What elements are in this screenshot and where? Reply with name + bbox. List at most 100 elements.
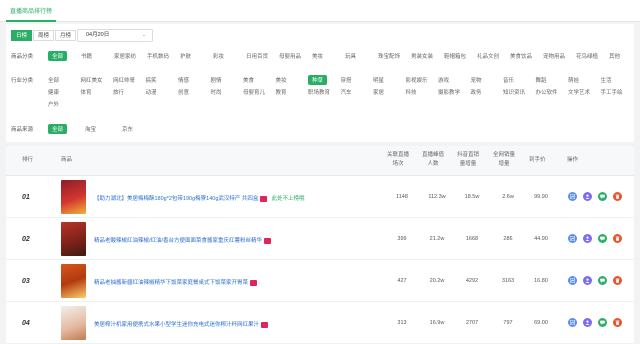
product-link[interactable]: 【助力湖北】美居梅梅酥180g*2包带190g梅寮140g武汉特产 共四盒 此处不… (94, 194, 304, 202)
industry-chip-r1-14[interactable]: 音乐 (503, 76, 514, 84)
product-name[interactable]: 美居榨汁机家用便携式水果小型学生迷你充电式迷你榨汁杯网红果汁 (94, 322, 259, 328)
category-chip-4[interactable]: 护肤 (180, 52, 191, 60)
chat-icon[interactable] (598, 234, 607, 243)
industry-chip-r2-10[interactable]: 家居 (373, 88, 384, 96)
analysis-icon[interactable] (568, 192, 577, 201)
tab-live-product-ranking[interactable]: 直播商品排行榜 (6, 3, 57, 22)
product-name[interactable]: 精品老酸辣椒红油辣椒/红油/香台方便面面菜食酱家重庆红薯粉丝精华 (94, 238, 262, 244)
category-chip-13[interactable]: 礼品文创 (477, 52, 499, 60)
category-chip-16[interactable]: 花鸟绿植 (576, 52, 598, 60)
industry-chip-r1-13[interactable]: 宠物 (471, 76, 482, 84)
header-estimated-sales[interactable]: 抖音直销 量增量 (457, 151, 479, 169)
product-name[interactable]: 精品老抽酱新疆红油辣椒精华下饭菜家庭餐桌式下饭菜家开胃菜 (94, 280, 248, 286)
category-chip-0[interactable]: 全部 (48, 51, 68, 61)
date-select[interactable]: 04月20日 ⌄ (77, 29, 153, 42)
delete-icon[interactable] (613, 234, 622, 243)
category-chip-5[interactable]: 彩妆 (213, 52, 224, 60)
category-chip-9[interactable]: 玩具 (345, 52, 356, 60)
industry-chip-r2-4[interactable]: 创意 (178, 88, 189, 96)
chat-icon[interactable] (598, 276, 607, 285)
category-chip-6[interactable]: 日用百货 (246, 52, 268, 60)
industry-chip-r2-7[interactable]: 教育 (276, 88, 287, 96)
delete-icon[interactable] (613, 192, 622, 201)
product-thumbnail[interactable] (61, 264, 86, 298)
industry-chip-r1-15[interactable]: 舞蹈 (536, 76, 547, 84)
product-thumbnail[interactable] (61, 180, 86, 214)
industry-chip-r2-6[interactable]: 母婴育儿 (243, 88, 265, 96)
industry-chip-r1-12[interactable]: 游戏 (438, 76, 449, 84)
table-row: 02 精品老酸辣椒红油辣椒/红油/香台方便面面菜食酱家重庆红薯粉丝精华 399 21.… (6, 218, 634, 260)
analysis-icon[interactable] (568, 276, 577, 285)
user-icon[interactable] (583, 234, 592, 243)
product-link[interactable]: 精品老酸辣椒红油辣椒/红油/香台方便面面菜食酱家重庆红薯粉丝精华 (94, 236, 272, 244)
industry-chip-r2-17[interactable]: 手工手绘 (601, 88, 623, 96)
industry-chip-r2-14[interactable]: 知识资讯 (503, 88, 525, 96)
industry-chip-r2-5[interactable]: 时尚 (211, 88, 222, 96)
industry-chip-r1-1[interactable]: 网红美女 (81, 76, 103, 84)
industry-chip-r2-13[interactable]: 政务 (471, 88, 482, 96)
industry-chip-r2-9[interactable]: 汽车 (341, 88, 352, 96)
industry-chip-r1-7[interactable]: 美妆 (276, 76, 287, 84)
industry-chip-r2-8[interactable]: 职场教育 (308, 88, 330, 96)
category-chip-1[interactable]: 书籍 (81, 52, 92, 60)
industry-chip-r2-15[interactable]: 办公软件 (536, 88, 558, 96)
chat-icon[interactable] (598, 192, 607, 201)
header-product: 商品 (61, 157, 73, 163)
header-live-viewers[interactable]: 直播峰值 人数 (422, 151, 444, 169)
industry-chip-r1-10[interactable]: 明星 (373, 76, 384, 84)
analysis-icon[interactable] (568, 318, 577, 327)
industry-chip-r2-11[interactable]: 科技 (406, 88, 417, 96)
user-icon[interactable] (583, 276, 592, 285)
industry-chip-r1-11[interactable]: 影视娱乐 (406, 76, 428, 84)
cell-net-sales: 797 (503, 320, 513, 326)
tab-daily[interactable]: 日榜 (11, 30, 32, 41)
industry-chip-r2-2[interactable]: 旅行 (113, 88, 124, 96)
category-chip-12[interactable]: 鞋帽箱包 (444, 52, 466, 60)
header-net-sales[interactable]: 全网销量 增量 (493, 151, 515, 169)
industry-chip-r2-1[interactable]: 体育 (81, 88, 92, 96)
chat-icon[interactable] (598, 318, 607, 327)
category-chip-15[interactable]: 宠物用品 (543, 52, 565, 60)
category-chip-2[interactable]: 家居家纺 (114, 52, 136, 60)
header-views[interactable]: 关联直播 场次 (387, 151, 409, 169)
industry-chip-r1-9[interactable]: 穿搭 (341, 76, 352, 84)
industry-chip-r1-8[interactable]: 种草 (308, 75, 328, 85)
delete-icon[interactable] (613, 318, 622, 327)
category-chip-17[interactable]: 其他 (609, 52, 620, 60)
industry-chip-r1-0[interactable]: 全部 (48, 76, 59, 84)
industry-chip-r2-12[interactable]: 摄影教学 (438, 88, 460, 96)
category-chip-11[interactable]: 男装女装 (411, 52, 433, 60)
category-chip-8[interactable]: 美妆 (312, 52, 323, 60)
product-name[interactable]: 【助力湖北】美居梅梅酥180g*2包带190g梅寮140g武汉特产 共四盒 (94, 196, 258, 202)
tab-monthly[interactable]: 月榜 (55, 30, 76, 41)
product-link[interactable]: 美居榨汁机家用便携式水果小型学生迷你充电式迷你榨汁杯网红果汁 (94, 320, 269, 328)
source-chip-0[interactable]: 全部 (48, 124, 68, 134)
source-chip-1[interactable]: 淘宝 (85, 125, 96, 133)
industry-chip-r1-3[interactable]: 搞笑 (146, 76, 157, 84)
user-icon[interactable] (583, 192, 592, 201)
analysis-icon[interactable] (568, 234, 577, 243)
cell-net-sales: 3163 (501, 278, 515, 284)
category-chip-3[interactable]: 手机数码 (147, 52, 169, 60)
category-chip-7[interactable]: 母婴用品 (279, 52, 301, 60)
industry-chip-r2-0[interactable]: 健康 (48, 88, 59, 96)
industry-chip-r2-3[interactable]: 动漫 (146, 88, 157, 96)
category-chip-14[interactable]: 美食饮品 (510, 52, 532, 60)
user-icon[interactable] (583, 318, 592, 327)
industry-chip-r3-0[interactable]: 户外 (48, 100, 59, 108)
industry-chip-r1-4[interactable]: 情感 (178, 76, 189, 84)
product-thumbnail[interactable] (61, 222, 86, 256)
category-chip-10[interactable]: 珠宝配饰 (378, 52, 400, 60)
industry-chip-r1-17[interactable]: 生活 (601, 76, 612, 84)
industry-chip-r1-5[interactable]: 剧情 (211, 76, 222, 84)
header-price[interactable]: 到手价 (529, 156, 546, 165)
industry-chip-r1-2[interactable]: 网红帅哥 (113, 76, 135, 84)
industry-chip-r2-16[interactable]: 文学艺术 (568, 88, 590, 96)
industry-chip-r1-6[interactable]: 美食 (243, 76, 254, 84)
industry-chip-r1-16[interactable]: 萌娃 (568, 76, 579, 84)
product-thumbnail[interactable] (61, 306, 86, 340)
delete-icon[interactable] (613, 276, 622, 285)
source-chip-2[interactable]: 京东 (122, 125, 133, 133)
product-link[interactable]: 精品老抽酱新疆红油辣椒精华下饭菜家庭餐桌式下饭菜家开胃菜 (94, 278, 258, 286)
tab-weekly[interactable]: 周榜 (33, 30, 54, 41)
